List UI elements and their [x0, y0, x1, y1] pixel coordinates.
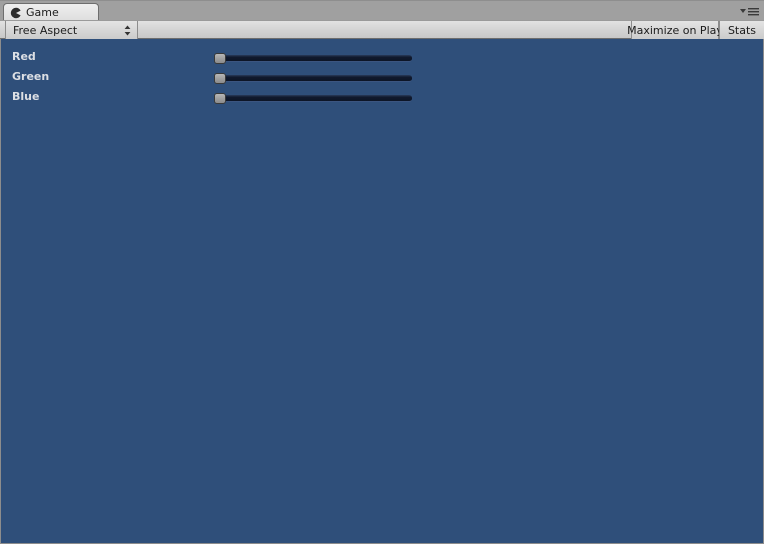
slider-blue[interactable]	[214, 93, 412, 104]
slider-row-blue: Blue	[1, 88, 763, 108]
slider-label-red: Red	[12, 50, 36, 63]
game-view-toolbar: Free Aspect Maximize on Play Stats	[0, 20, 764, 39]
panel-options-hamburger-icon[interactable]	[738, 5, 760, 17]
slider-track-blue[interactable]	[214, 95, 412, 102]
aspect-ratio-label: Free Aspect	[13, 23, 78, 37]
game-render-area[interactable]: Red Green Blue	[1, 39, 763, 543]
slider-row-red: Red	[1, 48, 763, 68]
slider-handle-blue[interactable]	[214, 93, 226, 104]
slider-label-green: Green	[12, 70, 50, 83]
tab-game[interactable]: Game	[3, 3, 99, 21]
aspect-ratio-dropdown[interactable]: Free Aspect	[5, 21, 138, 39]
game-view-icon	[10, 7, 21, 18]
unity-game-window: Game Free Aspect Maximize on Play Stats …	[0, 0, 764, 544]
maximize-on-play-label: Maximize on Play	[627, 23, 723, 37]
updown-arrows-icon	[124, 25, 131, 36]
slider-label-blue: Blue	[12, 90, 40, 103]
stats-label: Stats	[727, 23, 757, 37]
slider-handle-green[interactable]	[214, 73, 226, 84]
stats-button[interactable]: Stats	[719, 21, 764, 39]
slider-row-green: Green	[1, 68, 763, 88]
slider-green[interactable]	[214, 73, 412, 84]
tab-label: Game	[26, 5, 59, 19]
maximize-on-play-button[interactable]: Maximize on Play	[627, 21, 723, 39]
slider-handle-red[interactable]	[214, 53, 226, 64]
slider-track-red[interactable]	[214, 55, 412, 62]
window-border-left	[0, 39, 1, 544]
slider-track-green[interactable]	[214, 75, 412, 82]
slider-red[interactable]	[214, 53, 412, 64]
tab-strip: Game	[0, 0, 764, 21]
